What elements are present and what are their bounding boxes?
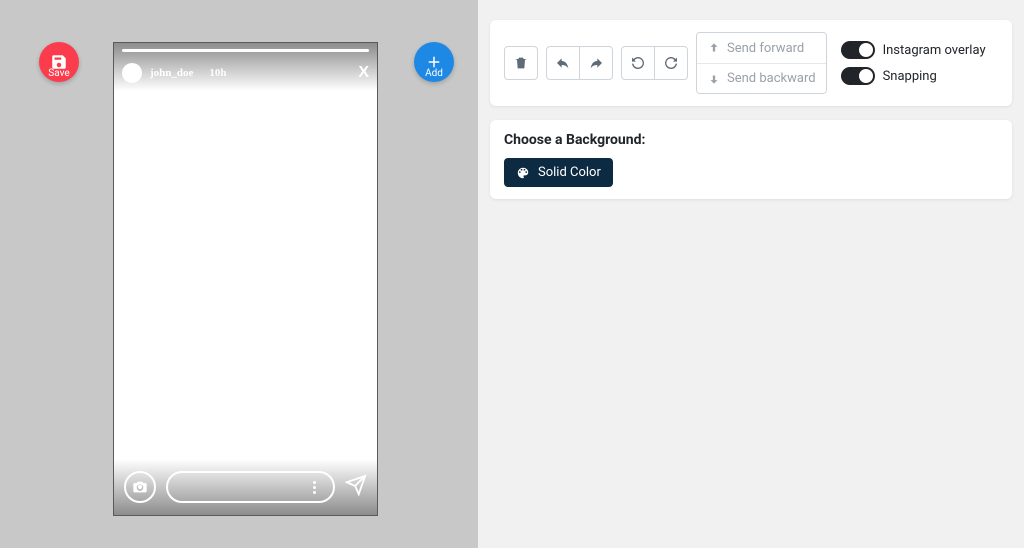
send-forward-button[interactable]: Send forward xyxy=(697,33,826,63)
snapping-toggle[interactable] xyxy=(841,67,875,85)
arrow-up-icon xyxy=(707,41,721,55)
story-avatar xyxy=(122,63,142,83)
send-forward-label: Send forward xyxy=(727,41,804,56)
background-heading: Choose a Background: xyxy=(504,132,998,148)
undo-share-button[interactable] xyxy=(546,46,580,80)
story-canvas[interactable]: john_doe 10h X xyxy=(113,42,378,516)
arrow-down-icon xyxy=(707,72,721,86)
trash-icon xyxy=(513,55,529,71)
story-progress-bar xyxy=(122,49,369,52)
redo-button[interactable] xyxy=(654,46,688,80)
story-close-icon: X xyxy=(358,64,369,82)
story-reply-box xyxy=(166,471,335,503)
toggle-group: Instagram overlay Snapping xyxy=(841,41,986,85)
solid-color-button[interactable]: Solid Color xyxy=(504,158,613,187)
undo-icon xyxy=(630,55,646,71)
undo-redo-group xyxy=(546,46,613,80)
toolbar-card: Send forward Send backward Instagram ove… xyxy=(490,20,1012,106)
layer-order-group: Send forward Send backward xyxy=(696,32,827,94)
story-time: 10h xyxy=(209,67,226,79)
story-overlay-top: john_doe 10h X xyxy=(114,43,377,91)
delete-button[interactable] xyxy=(504,46,538,80)
undo-button[interactable] xyxy=(621,46,655,80)
save-button[interactable]: Save xyxy=(37,42,81,82)
solid-color-label: Solid Color xyxy=(538,165,601,180)
send-backward-button[interactable]: Send backward xyxy=(697,63,826,93)
redo-share-button[interactable] xyxy=(579,46,613,80)
add-button-label: Add xyxy=(425,68,443,79)
forward-icon xyxy=(588,55,604,71)
instagram-overlay-toggle[interactable] xyxy=(841,41,875,59)
story-overlay-bottom xyxy=(114,459,377,515)
more-dots-icon xyxy=(305,481,323,494)
send-icon xyxy=(345,474,367,500)
editor-stage-panel: Save Add john_doe 10h X xyxy=(0,0,478,548)
camera-icon xyxy=(124,471,156,503)
background-card: Choose a Background: Solid Color xyxy=(490,120,1012,199)
reply-icon xyxy=(555,55,571,71)
redo-icon xyxy=(663,55,679,71)
settings-panel: Send forward Send backward Instagram ove… xyxy=(478,0,1024,548)
instagram-overlay-label: Instagram overlay xyxy=(883,43,986,58)
add-button[interactable]: Add xyxy=(412,42,456,82)
story-username: john_doe xyxy=(150,67,193,79)
palette-icon xyxy=(516,166,530,180)
history-group xyxy=(621,46,688,80)
send-backward-label: Send backward xyxy=(727,71,816,86)
save-button-label: Save xyxy=(48,68,69,79)
snapping-label: Snapping xyxy=(883,69,937,84)
